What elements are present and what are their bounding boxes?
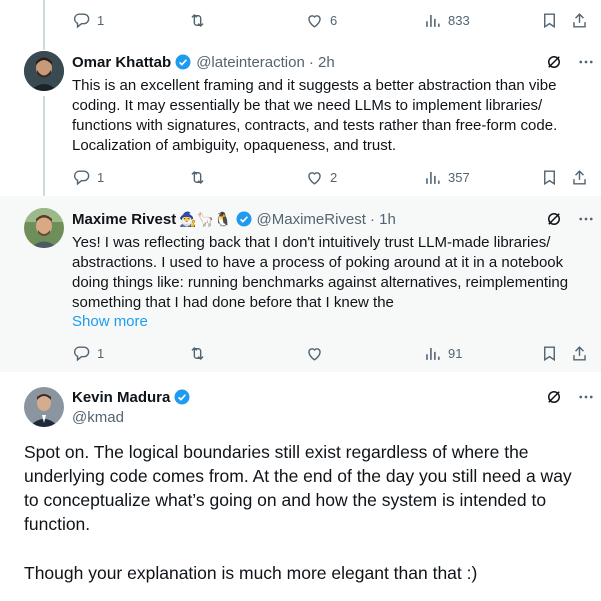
views-icon xyxy=(426,171,440,184)
bookmark-button[interactable] xyxy=(540,338,559,368)
repost-icon xyxy=(191,13,204,27)
more-icon[interactable] xyxy=(577,210,595,228)
reply-icon xyxy=(73,345,90,361)
tweet-actions-maxime: 1 91 xyxy=(0,338,601,368)
tweet-top-actions xyxy=(545,210,595,228)
like-count: 6 xyxy=(330,12,338,28)
repost-button[interactable] xyxy=(188,338,207,368)
views-button[interactable]: 833 xyxy=(423,5,470,35)
views-button[interactable]: 91 xyxy=(423,338,462,368)
tweet-actions-omar: 1 2 357 xyxy=(0,162,601,192)
author-name[interactable]: Kevin Madura xyxy=(72,389,170,406)
share-button[interactable] xyxy=(570,338,589,368)
avatar[interactable] xyxy=(24,51,64,91)
verified-badge-icon xyxy=(175,54,191,70)
share-icon xyxy=(573,345,586,361)
avatar-image xyxy=(24,51,64,91)
views-button[interactable]: 357 xyxy=(423,162,470,192)
more-icon[interactable] xyxy=(577,388,595,406)
author-name[interactable]: Omar Khattab xyxy=(72,54,171,71)
bookmark-icon xyxy=(544,12,555,28)
views-count: 833 xyxy=(448,12,470,28)
like-icon xyxy=(308,171,321,185)
tweet-header: Kevin Madura xyxy=(72,387,191,407)
reply-icon xyxy=(73,12,90,28)
grok-icon[interactable] xyxy=(545,53,563,71)
views-count: 357 xyxy=(448,169,470,185)
author-handle[interactable]: @kmad xyxy=(72,409,124,426)
like-count: 2 xyxy=(330,169,338,185)
like-icon xyxy=(308,14,321,28)
tweet-top-actions xyxy=(545,388,595,406)
author-name[interactable]: Maxime Rivest xyxy=(72,211,176,228)
grok-icon[interactable] xyxy=(545,388,563,406)
bookmark-button[interactable] xyxy=(540,162,559,192)
tweet-actions-top: 1 6 833 xyxy=(0,5,601,35)
main-tweet: Kevin Madura @kmad Spot on. The logical … xyxy=(0,375,601,601)
main-tweet-text: Spot on. The logical boundaries still ex… xyxy=(24,442,572,534)
main-tweet-text-2: Though your explanation is much more ele… xyxy=(24,563,478,583)
reply-button[interactable]: 1 xyxy=(72,162,104,192)
author-emojis: 🧙‍♂️🦙🐧 xyxy=(179,210,232,227)
tweet-header: Omar Khattab @lateinteraction · 2h xyxy=(72,52,335,72)
avatar-image xyxy=(24,208,64,248)
repost-button[interactable] xyxy=(188,162,207,192)
views-icon xyxy=(426,14,440,27)
like-button[interactable]: 2 xyxy=(305,162,337,192)
like-icon xyxy=(308,347,321,361)
grok-icon[interactable] xyxy=(545,210,563,228)
avatar-image xyxy=(24,387,64,427)
views-icon xyxy=(426,347,440,360)
author-handle[interactable]: @lateinteraction xyxy=(196,54,305,71)
share-button[interactable] xyxy=(570,162,589,192)
more-icon[interactable] xyxy=(577,53,595,71)
tweet-top-actions xyxy=(545,53,595,71)
verified-badge-icon xyxy=(236,211,252,227)
tweet-text: Yes! I was reflecting back that I don't … xyxy=(72,234,569,311)
tweet-text: This is an excellent framing and it sugg… xyxy=(72,77,558,154)
share-button[interactable] xyxy=(570,5,589,35)
reply-icon xyxy=(73,169,90,185)
author-handle-line: @kmad xyxy=(72,407,124,427)
bookmark-icon xyxy=(544,345,555,361)
like-button[interactable] xyxy=(305,338,324,368)
share-icon xyxy=(573,169,586,185)
repost-icon xyxy=(191,346,204,360)
bookmark-button[interactable] xyxy=(540,5,559,35)
reply-button[interactable]: 1 xyxy=(72,338,104,368)
avatar[interactable] xyxy=(24,387,64,427)
reply-count: 1 xyxy=(97,169,105,185)
share-icon xyxy=(573,12,586,28)
author-handle[interactable]: @MaximeRivest xyxy=(257,211,366,228)
reply-count: 1 xyxy=(97,12,105,28)
show-more-link[interactable]: Show more xyxy=(72,312,592,332)
reply-button[interactable]: 1 xyxy=(72,5,104,35)
tweet-header: Maxime Rivest 🧙‍♂️🦙🐧 @MaximeRivest · 1h xyxy=(72,209,396,229)
views-count: 91 xyxy=(448,345,463,361)
repost-icon xyxy=(191,170,204,184)
repost-button[interactable] xyxy=(188,5,207,35)
tweet-time[interactable]: · 2h xyxy=(309,54,335,71)
verified-badge-icon xyxy=(174,389,190,405)
tweet-time[interactable]: · 1h xyxy=(370,211,396,228)
like-button[interactable]: 6 xyxy=(305,5,337,35)
bookmark-icon xyxy=(544,169,555,185)
reply-count: 1 xyxy=(97,345,105,361)
avatar[interactable] xyxy=(24,208,64,248)
